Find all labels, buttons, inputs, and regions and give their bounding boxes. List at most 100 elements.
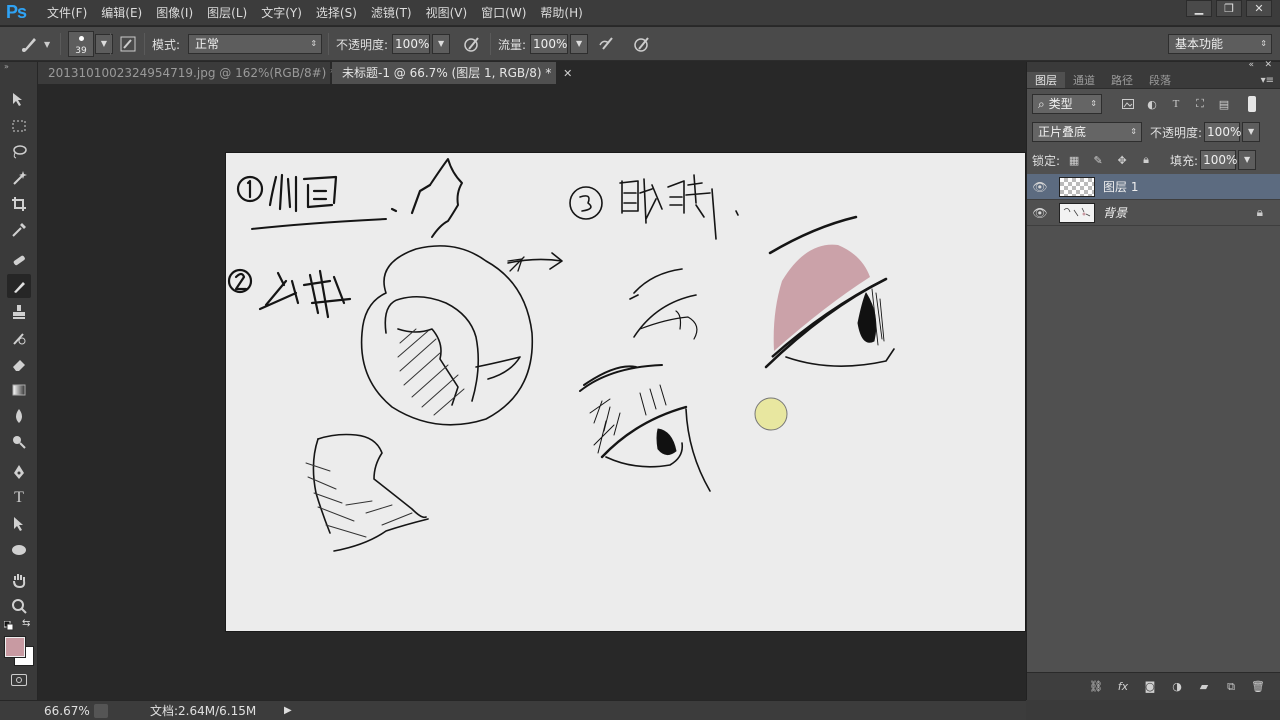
panel-collapse-icon[interactable]: « (1248, 60, 1254, 70)
marquee-tool-icon[interactable] (7, 114, 31, 138)
lock-image-icon[interactable]: ✎ (1088, 151, 1108, 169)
panel-tabs: 图层 通道 路径 段落 ▾≡ (1027, 72, 1280, 89)
menu-image[interactable]: 图像(I) (149, 0, 200, 26)
link-layers-icon[interactable]: ⛓ (1087, 678, 1105, 696)
filter-pixel-icon[interactable] (1118, 95, 1138, 113)
tab-paragraph[interactable]: 段落 (1141, 72, 1179, 88)
panel-menu-icon[interactable]: ▾≡ (1261, 72, 1274, 89)
lock-all-icon[interactable]: 🔒︎ (1136, 151, 1156, 169)
menu-edit[interactable]: 编辑(E) (94, 0, 149, 26)
filter-shape-icon[interactable]: ⛶ (1190, 95, 1210, 113)
layer-opacity-input[interactable]: 100% (1204, 122, 1241, 142)
menu-view[interactable]: 视图(V) (419, 0, 475, 26)
swap-colors-icon[interactable]: ⇆ (22, 618, 30, 629)
pressure-opacity-icon[interactable] (460, 32, 484, 56)
brush-panel-toggle-icon[interactable] (116, 32, 140, 56)
filter-adjustment-icon[interactable]: ◐ (1142, 95, 1162, 113)
path-selection-tool-icon[interactable] (7, 512, 31, 536)
adjustment-layer-icon[interactable]: ◑ (1168, 678, 1186, 696)
dodge-tool-icon[interactable] (7, 430, 31, 454)
menu-select[interactable]: 选择(S) (309, 0, 364, 26)
status-menu-arrow-icon[interactable]: ▶ (284, 705, 292, 716)
add-mask-icon[interactable]: ◙ (1141, 678, 1159, 696)
zoom-level[interactable]: 66.67% (44, 704, 90, 718)
brush-tool-preset-icon[interactable] (18, 32, 42, 56)
gradient-tool-icon[interactable] (7, 378, 31, 402)
opacity-input[interactable]: 100% (392, 34, 431, 54)
fill-input[interactable]: 100% (1200, 150, 1237, 170)
history-brush-tool-icon[interactable] (7, 326, 31, 350)
menu-window[interactable]: 窗口(W) (474, 0, 533, 26)
menu-type[interactable]: 文字(Y) (254, 0, 309, 26)
magic-wand-tool-icon[interactable] (7, 166, 31, 190)
type-tool-icon[interactable]: T (7, 486, 31, 510)
close-icon[interactable]: ✕ (563, 67, 572, 80)
layers-panel: « ✕ 图层 通道 路径 段落 ▾≡ ⌕ 类型 ⇕ ◐ T ⛶ ▤ 正片叠底 ⇕… (1026, 60, 1280, 700)
menu-filter[interactable]: 滤镜(T) (364, 0, 419, 26)
lasso-tool-icon[interactable] (7, 140, 31, 164)
airbrush-icon[interactable] (594, 32, 618, 56)
layer-filter-kind-select[interactable]: ⌕ 类型 ⇕ (1032, 94, 1102, 114)
restore-button[interactable]: ❐ (1216, 0, 1242, 17)
clone-stamp-tool-icon[interactable] (7, 300, 31, 324)
layer-row[interactable]: 👁︎ 背景 🔒︎ (1027, 200, 1280, 226)
lock-transparent-icon[interactable]: ▦ (1064, 151, 1084, 169)
chevron-updown-icon: ⇕ (1260, 39, 1267, 48)
lock-icon: 🔒︎ (1256, 205, 1263, 219)
opacity-dropdown[interactable]: ▼ (432, 34, 451, 54)
panel-close-icon[interactable]: ✕ (1264, 60, 1272, 70)
document-info-icon[interactable] (94, 703, 108, 718)
tab-document-1-label: 2013101002324954719.jpg @ 162%(RGB/8#) * (48, 66, 337, 80)
fill-label: 填充: (1170, 153, 1199, 168)
fill-dropdown[interactable]: ▼ (1238, 150, 1257, 170)
healing-brush-tool-icon[interactable] (7, 248, 31, 272)
options-bar: ▼ 39 ▼ 模式: 正常 ⇕ 不透明度: 100% ▼ 流量: 100% ▼ … (0, 27, 1280, 61)
eraser-tool-icon[interactable] (7, 352, 31, 376)
menu-file[interactable]: 文件(F) (40, 0, 94, 26)
blur-tool-icon[interactable] (7, 404, 31, 428)
layer-opacity-dropdown[interactable]: ▼ (1242, 122, 1261, 142)
new-layer-icon[interactable]: ⧉ (1222, 678, 1240, 696)
canvas[interactable] (225, 152, 1026, 632)
brush-tool-icon[interactable] (7, 274, 31, 298)
eye-icon[interactable]: 👁︎ (1027, 206, 1053, 220)
tab-paths[interactable]: 路径 (1103, 72, 1141, 88)
toolbar-collapse-icon[interactable]: » (4, 62, 9, 71)
brush-size-picker[interactable]: 39 (68, 31, 94, 57)
layer-row[interactable]: 👁︎ 图层 1 (1027, 174, 1280, 200)
close-button[interactable]: ✕ (1246, 0, 1272, 17)
status-bar-left (0, 700, 38, 720)
delete-layer-trash-icon[interactable]: 🗑︎ (1249, 678, 1267, 696)
new-group-folder-icon[interactable]: ▰ (1195, 678, 1213, 696)
foreground-color-swatch[interactable] (4, 636, 26, 658)
minimize-button[interactable]: ▁ (1186, 0, 1212, 17)
blend-mode-select[interactable]: 正片叠底 ⇕ (1032, 122, 1142, 142)
pen-tool-icon[interactable] (7, 460, 31, 484)
crop-tool-icon[interactable] (7, 192, 31, 216)
menu-layer[interactable]: 图层(L) (200, 0, 254, 26)
tab-channels[interactable]: 通道 (1065, 72, 1103, 88)
layer-filter-kind-value: 类型 (1048, 97, 1073, 111)
tab-layers[interactable]: 图层 (1027, 72, 1065, 88)
default-colors-icon[interactable] (3, 620, 14, 631)
pressure-size-icon[interactable] (630, 32, 654, 56)
ellipse-tool-icon[interactable] (7, 538, 31, 562)
mode-select[interactable]: 正常 ⇕ (188, 34, 323, 54)
zoom-tool-icon[interactable] (7, 594, 31, 618)
menu-help[interactable]: 帮助(H) (533, 0, 589, 26)
tab-document-2[interactable]: 未标题-1 @ 66.7% (图层 1, RGB/8) * ✕ (332, 62, 572, 84)
flow-dropdown[interactable]: ▼ (570, 34, 589, 54)
layer-style-fx-icon[interactable]: fx (1114, 678, 1132, 696)
workspace-select[interactable]: 基本功能 ⇕ (1168, 34, 1272, 54)
flow-input[interactable]: 100% (530, 34, 569, 54)
lock-position-icon[interactable]: ✥ (1112, 151, 1132, 169)
filter-smart-object-icon[interactable]: ▤ (1214, 95, 1234, 113)
filter-toggle[interactable] (1248, 96, 1256, 112)
eyedropper-tool-icon[interactable] (7, 218, 31, 242)
quick-mask-icon[interactable] (11, 674, 27, 686)
hand-tool-icon[interactable] (7, 568, 31, 592)
tab-document-1[interactable]: 2013101002324954719.jpg @ 162%(RGB/8#) *… (38, 62, 357, 84)
filter-type-icon[interactable]: T (1166, 95, 1186, 113)
eye-icon[interactable]: 👁︎ (1027, 180, 1053, 194)
move-tool-icon[interactable] (7, 88, 31, 112)
